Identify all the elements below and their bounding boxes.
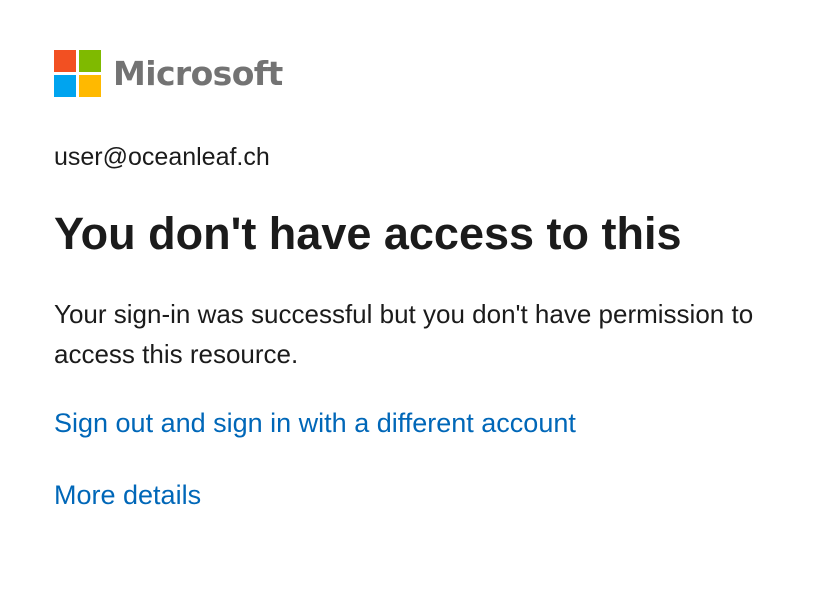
logo-square-green (79, 50, 101, 72)
logo-square-blue (54, 75, 76, 97)
error-description: Your sign-in was successful but you don'… (54, 299, 754, 369)
error-card: Microsoft user@oceanleaf.ch You don't ha… (54, 50, 794, 510)
microsoft-logo: Microsoft (54, 50, 794, 97)
microsoft-logo-icon (54, 50, 101, 97)
switch-account-link[interactable]: Sign out and sign in with a different ac… (54, 406, 576, 440)
logo-square-yellow (79, 75, 101, 97)
page-title: You don't have access to this (54, 208, 682, 259)
logo-wordmark: Microsoft (113, 54, 283, 93)
more-details-link[interactable]: More details (54, 478, 201, 512)
account-identity: user@oceanleaf.ch (54, 143, 270, 171)
logo-square-red (54, 50, 76, 72)
